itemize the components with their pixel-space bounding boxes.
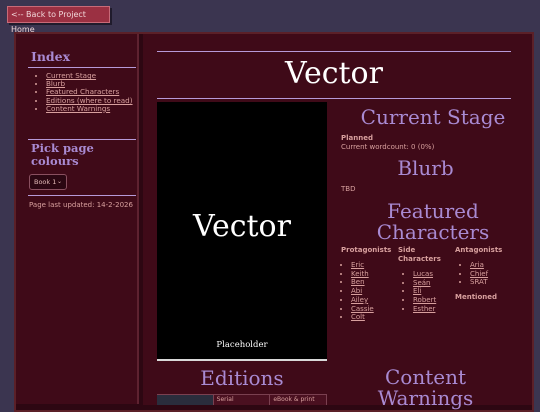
content-warnings-heading-line1: Content xyxy=(384,365,466,389)
title-divider-top xyxy=(157,51,511,52)
main-content: Vector Vector Placeholder Current Stage … xyxy=(143,34,532,409)
index-item: Content Warnings xyxy=(46,104,136,113)
list-item: Seán xyxy=(413,279,436,288)
index-link-content-warnings[interactable]: Content Warnings xyxy=(46,104,110,113)
character-link[interactable]: Ben xyxy=(351,278,365,286)
divider xyxy=(28,67,136,68)
character-link[interactable]: Colt xyxy=(351,313,365,321)
page-title: Vector xyxy=(285,56,383,91)
last-updated: Page last updated: 14-2-2026 xyxy=(29,201,133,209)
list-item: Aria xyxy=(470,261,488,270)
featured-characters-heading-line2: Characters xyxy=(376,220,490,244)
list-item: Lucas xyxy=(413,270,436,279)
character-link[interactable]: Lucas xyxy=(413,270,433,278)
index-title: Index xyxy=(31,49,71,64)
divider xyxy=(28,195,136,196)
wordcount: Current wordcount: 0 (0%) xyxy=(341,143,435,151)
character-name: SRAT xyxy=(470,278,488,287)
antagonists-list: Aria Chief SRAT xyxy=(460,261,488,287)
sidebar: Index Current Stage Blurb Featured Chara… xyxy=(16,34,139,404)
side-characters-label-line1: Side xyxy=(398,246,416,254)
side-characters-list: Lucas Seán Eli Robert Esther xyxy=(403,270,436,314)
list-item: Eli xyxy=(413,287,436,296)
list-item: Keith xyxy=(351,270,374,279)
list-item: Ailey xyxy=(351,296,374,305)
stage-status: Planned xyxy=(341,134,373,142)
featured-characters-heading-line1: Featured xyxy=(387,199,479,223)
antagonists-label: Antagonists xyxy=(455,246,503,254)
cover-caption: Placeholder xyxy=(216,340,268,350)
blurb-heading: Blurb xyxy=(397,156,454,180)
protagonists-label: Protagonists xyxy=(341,246,392,254)
content-warnings-heading-line2: Warnings xyxy=(377,386,474,410)
protagonists-list: Eric Keith Ben Abi Ailey Cassie Colt xyxy=(341,261,374,322)
cover-image: Vector Placeholder xyxy=(157,102,327,361)
editions-table-header: Serial eBook & print xyxy=(157,394,328,405)
side-characters-label-line2: Characters xyxy=(398,255,441,263)
list-item: Robert xyxy=(413,296,436,305)
select-value: Book 1 xyxy=(34,178,57,186)
mentioned-label: Mentioned xyxy=(455,293,497,301)
character-link[interactable]: Cassie xyxy=(351,305,374,313)
character-link[interactable]: Seán xyxy=(413,279,430,287)
character-link[interactable]: Aria xyxy=(470,261,484,269)
character-link[interactable]: Ailey xyxy=(351,296,368,304)
character-link[interactable]: Eli xyxy=(413,287,421,295)
list-item: Chief xyxy=(470,270,488,279)
table-header-cell xyxy=(157,395,214,405)
index-list: Current Stage Blurb Featured Characters … xyxy=(32,71,136,113)
list-item: Eric xyxy=(351,261,374,270)
title-divider-bottom xyxy=(157,98,511,99)
list-item: Ben xyxy=(351,278,374,287)
character-link[interactable]: Eric xyxy=(351,261,364,269)
table-header-cell: eBook & print xyxy=(270,395,328,405)
character-link[interactable]: Esther xyxy=(413,305,435,313)
current-stage-heading: Current Stage xyxy=(360,105,506,129)
table-header-cell: Serial xyxy=(214,395,271,405)
character-link[interactable]: Keith xyxy=(351,270,369,278)
list-item: Colt xyxy=(351,313,374,322)
colours-title: Pick page colours xyxy=(31,141,94,168)
list-item: Abi xyxy=(351,287,374,296)
editions-heading: Editions xyxy=(200,366,284,390)
list-item: SRAT xyxy=(470,278,488,287)
character-link[interactable]: Abi xyxy=(351,287,362,295)
chevron-down-icon: ⌄ xyxy=(56,178,62,185)
list-item: Esther xyxy=(413,305,436,314)
cover-title: Vector xyxy=(193,209,291,244)
back-to-project-home-button[interactable]: <-- Back to Project Home xyxy=(7,6,110,34)
blurb-text: TBD xyxy=(341,185,356,193)
list-item: Cassie xyxy=(351,305,374,314)
character-link[interactable]: Chief xyxy=(470,270,488,278)
character-link[interactable]: Robert xyxy=(413,296,436,304)
divider xyxy=(28,139,136,140)
page-colour-select[interactable]: Book 1 ⌄ xyxy=(29,174,67,190)
